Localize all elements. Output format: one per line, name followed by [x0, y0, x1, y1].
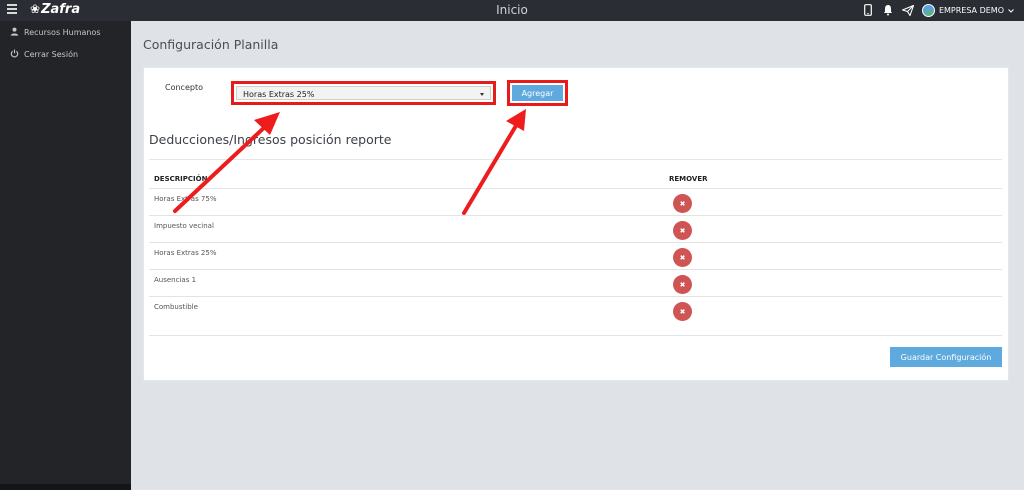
concepto-select[interactable]: Horas Extras 25%	[236, 86, 491, 100]
table-row: Horas Extras 25% ✖	[149, 242, 1002, 269]
column-header-remove: REMOVER	[669, 175, 708, 183]
save-config-button[interactable]: Guardar Configuración	[890, 347, 1002, 367]
top-right-tools: EMPRESA DEMO	[862, 3, 1014, 17]
concepto-highlight: Horas Extras 25%	[231, 81, 496, 105]
close-icon: ✖	[679, 226, 686, 235]
user-icon	[10, 27, 19, 38]
column-header-description: DESCRIPCIÓN	[154, 175, 208, 183]
row-description: Impuesto vecinal	[154, 222, 214, 230]
page-title: Configuración Planilla	[143, 37, 279, 52]
mobile-icon[interactable]	[862, 3, 874, 17]
sidebar-item-label: Cerrar Sesión	[24, 50, 79, 59]
config-card: Concepto Horas Extras 25% Agregar Deducc…	[143, 67, 1009, 381]
table-row: Combustible ✖	[149, 296, 1002, 323]
remove-button[interactable]: ✖	[673, 248, 692, 267]
sidebar-item-cerrar-sesion[interactable]: Cerrar Sesión	[10, 49, 78, 60]
sidebar-item-label: Recursos Humanos	[24, 28, 101, 37]
remove-button[interactable]: ✖	[673, 194, 692, 213]
add-button[interactable]: Agregar	[512, 85, 563, 101]
concepto-selected-value: Horas Extras 25%	[243, 90, 315, 99]
power-icon	[10, 49, 19, 60]
divider	[149, 159, 1002, 160]
caret-down-icon	[480, 93, 484, 96]
close-icon: ✖	[679, 280, 686, 289]
sidebar-footer	[0, 484, 131, 490]
remove-button[interactable]: ✖	[673, 221, 692, 240]
remove-button[interactable]: ✖	[673, 275, 692, 294]
company-avatar	[921, 3, 935, 17]
close-icon: ✖	[679, 307, 686, 316]
company-menu[interactable]: EMPRESA DEMO	[921, 3, 1014, 17]
bell-icon[interactable]	[882, 3, 894, 17]
top-bar: ❀Zafra Inicio EMPRESA DEMO	[0, 0, 1024, 21]
row-description: Combustible	[154, 303, 198, 311]
sidebar: Recursos Humanos Cerrar Sesión	[0, 21, 131, 490]
add-button-highlight: Agregar	[507, 80, 568, 106]
divider	[149, 335, 1002, 336]
chevron-down-icon	[1008, 6, 1014, 15]
section-title: Deducciones/Ingresos posición reporte	[149, 132, 392, 147]
company-name: EMPRESA DEMO	[938, 5, 1004, 15]
close-icon: ✖	[679, 253, 686, 262]
close-icon: ✖	[679, 199, 686, 208]
table-row: Impuesto vecinal ✖	[149, 215, 1002, 242]
row-description: Ausencias 1	[154, 276, 197, 284]
sidebar-item-recursos-humanos[interactable]: Recursos Humanos	[10, 27, 101, 38]
concepto-label: Concepto	[165, 83, 203, 92]
row-description: Horas Extras 25%	[154, 249, 217, 257]
remove-button[interactable]: ✖	[673, 302, 692, 321]
row-description: Horas Extras 75%	[154, 195, 217, 203]
paper-plane-icon[interactable]	[901, 3, 914, 17]
table-row: Ausencias 1 ✖	[149, 269, 1002, 296]
table-row: Horas Extras 75% ✖	[149, 188, 1002, 215]
